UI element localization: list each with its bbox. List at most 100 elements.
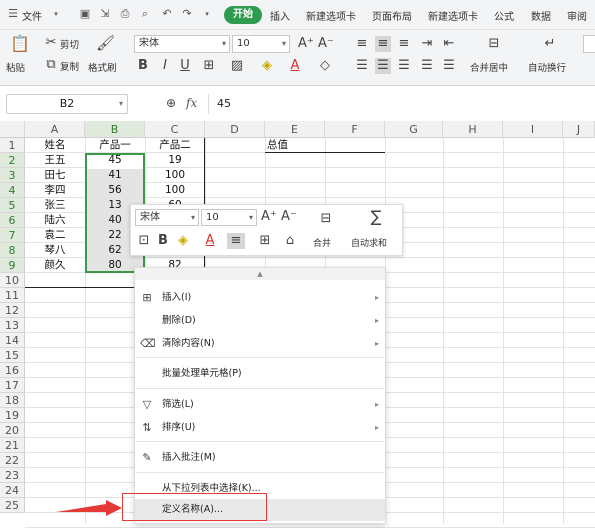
tab-start[interactable]: 开始	[224, 6, 262, 24]
undo-icon[interactable]: ↶	[160, 7, 174, 21]
merge-center-icon[interactable]: ⊟	[484, 36, 504, 52]
row-header[interactable]: 21	[0, 438, 25, 453]
paste-icon[interactable]: 📋	[10, 36, 30, 52]
merge-center-button[interactable]: 合并居中	[470, 60, 508, 74]
zoom-icon[interactable]: ⊕	[164, 95, 178, 111]
col-header-h[interactable]: H	[443, 121, 503, 138]
table-cell[interactable]: 王五	[25, 153, 85, 168]
row-header[interactable]: 10	[0, 273, 25, 288]
row-header[interactable]: 14	[0, 333, 25, 348]
underline-icon[interactable]: U	[178, 58, 192, 74]
row-header[interactable]: 7	[0, 228, 25, 243]
more-icon[interactable]: ▾	[200, 7, 214, 21]
eraser-icon[interactable]: ◇	[316, 58, 334, 74]
row-header[interactable]: 2	[0, 153, 25, 168]
wrap-text-button[interactable]: 自动换行	[528, 60, 566, 74]
align-top-icon[interactable]: ≡	[355, 36, 369, 52]
fill-pattern-icon[interactable]: ▨	[228, 58, 246, 74]
border-icon[interactable]: ⊞	[257, 233, 273, 249]
align-center-icon[interactable]: ☰	[375, 58, 391, 74]
tab-insert[interactable]: 插入	[270, 8, 290, 23]
file-menu[interactable]: 文件	[22, 8, 42, 23]
table-cell[interactable]: 张三	[25, 198, 85, 213]
menu-item-filter[interactable]: ▽ 筛选(L) ▸	[135, 394, 385, 416]
menu-item-clear[interactable]: ⌫ 清除内容(N) ▸	[135, 333, 385, 355]
name-box[interactable]: B2 ▾	[6, 94, 128, 114]
col-header-g[interactable]: G	[385, 121, 443, 138]
table-cell[interactable]: 100	[145, 183, 205, 198]
align-left-icon[interactable]: ☰	[355, 58, 369, 74]
font-name-select[interactable]: 宋体 ▾	[134, 35, 230, 53]
border-icon[interactable]: ⊞	[200, 58, 218, 74]
row-header[interactable]: 12	[0, 303, 25, 318]
row-header[interactable]: 9	[0, 258, 25, 273]
table-cell[interactable]: 琴八	[25, 243, 85, 258]
paste-button[interactable]: 粘贴	[6, 60, 25, 74]
col-header-c[interactable]: C	[145, 121, 205, 138]
sum-icon[interactable]: ∑	[367, 209, 385, 225]
bold-icon[interactable]: B	[136, 58, 150, 74]
format-painter-icon[interactable]: ⌂	[283, 233, 297, 249]
row-header[interactable]: 25	[0, 498, 25, 513]
row-header[interactable]: 3	[0, 168, 25, 183]
table-cell[interactable]: 19	[145, 153, 205, 168]
chevron-down-icon[interactable]: ▾	[49, 7, 63, 21]
decrease-font-icon[interactable]: A⁻	[318, 36, 334, 52]
menu-item-comment[interactable]: ✎ 插入批注(M)	[135, 447, 385, 469]
table-cell[interactable]: 袁二	[25, 228, 85, 243]
align-bottom-icon[interactable]: ≡	[397, 36, 411, 52]
menu-item-sort[interactable]: ⇅ 排序(U) ▸	[135, 417, 385, 439]
col-header-e[interactable]: E	[265, 121, 325, 138]
export-icon[interactable]: ⇲	[98, 7, 112, 21]
formula-input[interactable]: 45	[208, 94, 595, 114]
merge-cells-icon[interactable]: ⊡	[137, 233, 151, 249]
print-preview-icon[interactable]: ⌕	[138, 7, 152, 21]
table-cell[interactable]: 李四	[25, 183, 85, 198]
italic-icon[interactable]: I	[158, 58, 172, 74]
number-format-select[interactable]	[583, 35, 595, 53]
wrap-text-icon[interactable]: ↵	[540, 36, 560, 52]
hamburger-icon[interactable]: ☰	[6, 7, 20, 21]
row-header[interactable]: 8	[0, 243, 25, 258]
row-header[interactable]: 22	[0, 453, 25, 468]
redo-icon[interactable]: ↷	[180, 7, 194, 21]
scissors-icon[interactable]: ✂	[44, 35, 58, 51]
table-cell[interactable]: 田七	[25, 168, 85, 183]
row-header[interactable]: 5	[0, 198, 25, 213]
select-all-corner[interactable]	[0, 121, 25, 138]
row-header[interactable]: 18	[0, 393, 25, 408]
merge-button[interactable]: 合并	[313, 236, 331, 249]
cell-c1[interactable]: 产品二	[145, 138, 205, 153]
merge-icon[interactable]: ⊟	[317, 211, 335, 227]
bold-icon[interactable]: B	[157, 233, 169, 249]
row-header[interactable]: 6	[0, 213, 25, 228]
tab-new-1[interactable]: 新建选项卡	[306, 8, 356, 23]
tab-formula[interactable]: 公式	[494, 8, 514, 23]
row-header[interactable]: 16	[0, 363, 25, 378]
distributed-icon[interactable]: ☰	[442, 58, 456, 74]
indent-icon[interactable]: ⇥	[420, 36, 434, 52]
print-icon[interactable]: ⎙	[118, 7, 132, 21]
col-header-a[interactable]: A	[25, 121, 85, 138]
tab-page-layout[interactable]: 页面布局	[372, 8, 412, 23]
fill-color-icon[interactable]: ◈	[175, 233, 191, 249]
font-size-select[interactable]: 10 ▾	[232, 35, 290, 53]
copy-icon[interactable]: ⧉	[44, 57, 58, 73]
fx-icon[interactable]: fx	[186, 96, 197, 110]
increase-font-icon[interactable]: A⁺	[298, 36, 314, 52]
menu-item-delete[interactable]: 删除(D) ▸	[135, 310, 385, 332]
increase-font-icon[interactable]: A⁺	[261, 209, 277, 225]
tab-review[interactable]: 审阅	[567, 8, 587, 23]
row-header[interactable]: 11	[0, 288, 25, 303]
menu-item-insert[interactable]: ⊞ 插入(I) ▸	[135, 287, 385, 309]
col-header-b[interactable]: B	[85, 121, 145, 138]
fill-color-icon[interactable]: ◈	[258, 58, 276, 74]
copy-button[interactable]: 复制	[60, 59, 79, 73]
format-painter-icon[interactable]: 🖌	[96, 35, 115, 51]
row-header[interactable]: 20	[0, 423, 25, 438]
mini-font-select[interactable]: 宋体 ▾	[135, 209, 199, 226]
align-right-icon[interactable]: ☰	[397, 58, 411, 74]
col-header-d[interactable]: D	[205, 121, 265, 138]
row-header[interactable]: 13	[0, 318, 25, 333]
cell-a1[interactable]: 姓名	[25, 138, 85, 153]
